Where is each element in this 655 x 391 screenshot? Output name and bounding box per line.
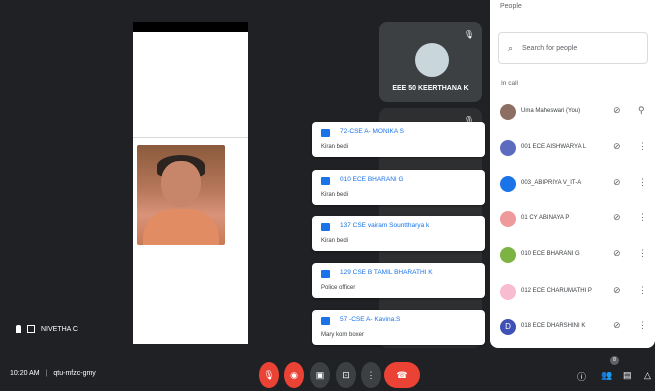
mic-off-icon[interactable]: ⊘ (613, 105, 621, 116)
participant-row[interactable]: D 018 ECE DHARSHINI K ⊘ ⋮ (490, 311, 655, 341)
more-vert-icon: ⋮ (366, 369, 376, 380)
present-button[interactable]: ⊡ (336, 362, 356, 388)
chat-notification[interactable]: 010 ECE BHARANI G Kiran bedi (312, 170, 485, 205)
participant-name: 018 ECE DHARSHINI K (521, 323, 586, 329)
participant-row[interactable]: 003_ABIPRIYA V_IT-A ⊘ ⋮ (490, 168, 655, 198)
chat-icon[interactable]: ▤ (623, 370, 632, 381)
chat-sender: 57 -CSE A- Kavina.S (340, 316, 401, 323)
separator: | (45, 370, 48, 377)
more-vert-icon[interactable]: ⋮ (638, 285, 647, 296)
chat-message: Kiran bedi (321, 192, 349, 198)
participant-count-badge: 8 (610, 356, 619, 365)
chat-notification[interactable]: 137 CSE vairam Sounttharya k Kiran bedi (312, 216, 485, 251)
participant-tile[interactable]: 🎙 EEE 50 KEERTHANA K (379, 22, 482, 102)
participant-name: 012 ECE CHARUMATHI P (521, 288, 592, 294)
activities-icon[interactable]: △ (644, 370, 651, 381)
chat-icon (321, 270, 330, 278)
participant-name: 003_ABIPRIYA V_IT-A (521, 180, 582, 186)
avatar (500, 284, 516, 300)
avatar (500, 247, 516, 263)
more-vert-icon[interactable]: ⋮ (638, 320, 647, 331)
captions-button[interactable]: ▣ (310, 362, 330, 388)
tile-name: EEE 50 KEERTHANA K (392, 85, 469, 92)
camera-toggle-button[interactable]: ◉ (284, 362, 304, 388)
chat-sender: 129 CSE B TAMIL BHARATHI K (340, 269, 433, 276)
participant-name: 01 CY ABINAYA P (521, 215, 570, 221)
pin-icon[interactable]: ⚲ (638, 105, 645, 116)
chat-notification[interactable]: 129 CSE B TAMIL BHARATHI K Police office… (312, 263, 485, 298)
search-input[interactable]: ⌕ Search for people (498, 32, 648, 64)
avatar (500, 176, 516, 192)
participant-row[interactable]: Uma Maheswari (You) ⊘ ⚲ (490, 96, 655, 126)
control-bar: 10:20 AM | qtu-mfzc-gmy 🎙 ◉ ▣ ⊡ ⋮ ☎ ⓘ 8 … (0, 352, 655, 391)
slide-divider (133, 137, 248, 138)
meeting-info: 10:20 AM | qtu-mfzc-gmy (10, 370, 96, 377)
chat-sender: 010 ECE BHARANI G (340, 176, 404, 183)
chat-notification[interactable]: 72-CSE A- MONIKA S Kiran bedi (312, 122, 485, 157)
more-vert-icon[interactable]: ⋮ (638, 212, 647, 223)
mic-off-icon[interactable]: ⊘ (613, 177, 621, 188)
chat-icon (321, 129, 330, 137)
phone-icon: ☎ (396, 369, 408, 380)
participant-name: 001 ECE AISHWARYA L (521, 144, 587, 150)
more-vert-icon[interactable]: ⋮ (638, 177, 647, 188)
participant-name: Uma Maheswari (You) (521, 108, 581, 114)
chat-sender: 72-CSE A- MONIKA S (340, 128, 404, 135)
meeting-code: qtu-mfzc-gmy (53, 370, 96, 377)
info-icon[interactable]: ⓘ (577, 370, 586, 383)
people-panel: People ⌕ Search for people In call Uma M… (490, 0, 655, 348)
mic-off-icon[interactable]: ⊘ (613, 320, 621, 331)
panel-title: People (500, 3, 522, 10)
mic-off-icon[interactable]: ⊘ (613, 212, 621, 223)
more-options-button[interactable]: ⋮ (361, 362, 381, 388)
chat-sender: 137 CSE vairam Sounttharya k (340, 222, 430, 229)
avatar (500, 140, 516, 156)
meeting-stage: 🎙 EEE 50 KEERTHANA K 🎙 72-CSE A- MONIKA … (0, 0, 490, 352)
participant-row[interactable]: 012 ECE CHARUMATHI P ⊘ ⋮ (490, 276, 655, 306)
chat-notification[interactable]: 57 -CSE A- Kavina.S Mary kom boxer (312, 310, 485, 345)
present-icon: ⊡ (342, 369, 350, 380)
mic-off-icon[interactable]: ⊘ (613, 141, 621, 152)
section-label: In call (501, 80, 518, 87)
mic-off-icon: 🎙 (263, 369, 275, 380)
avatar: D (500, 319, 516, 335)
mic-off-icon: 🎙 (463, 30, 474, 39)
captions-icon: ▣ (315, 369, 325, 380)
chat-message: Police officer (321, 285, 356, 291)
portrait-shirt (143, 209, 219, 245)
avatar (415, 43, 449, 77)
participant-row[interactable]: 001 ECE AISHWARYA L ⊘ ⋮ (490, 132, 655, 162)
leave-call-button[interactable]: ☎ (384, 362, 420, 388)
participant-row[interactable]: 010 ECE BHARANI G ⊘ ⋮ (490, 239, 655, 269)
more-vert-icon[interactable]: ⋮ (638, 248, 647, 259)
chat-message: Kiran bedi (321, 144, 349, 150)
self-name: NIVETHA C (41, 325, 78, 333)
avatar (500, 104, 516, 120)
mic-toggle-button[interactable]: 🎙 (259, 362, 279, 388)
chat-message: Mary kom boxer (321, 332, 365, 338)
chat-icon (321, 177, 330, 185)
camera-off-icon: ◉ (290, 369, 298, 380)
chat-message: Kiran bedi (321, 238, 349, 244)
participant-row[interactable]: 01 CY ABINAYA P ⊘ ⋮ (490, 203, 655, 233)
more-vert-icon[interactable]: ⋮ (638, 141, 647, 152)
chat-icon (321, 317, 330, 325)
people-icon[interactable]: 👥 (601, 370, 612, 381)
mic-off-icon[interactable]: ⊘ (613, 248, 621, 259)
presentation-screen (133, 22, 248, 344)
meeting-time: 10:20 AM (10, 370, 40, 377)
self-label: NIVETHA C (16, 325, 78, 333)
search-placeholder: Search for people (522, 45, 578, 52)
participant-name: 010 ECE BHARANI G (521, 251, 580, 257)
portrait-face (161, 161, 201, 207)
chat-icon (321, 223, 330, 231)
search-icon: ⌕ (508, 43, 514, 53)
mic-off-icon[interactable]: ⊘ (613, 285, 621, 296)
portrait-image (137, 145, 225, 245)
avatar (500, 211, 516, 227)
frame-icon[interactable] (27, 325, 35, 333)
pin-icon[interactable] (16, 325, 21, 333)
